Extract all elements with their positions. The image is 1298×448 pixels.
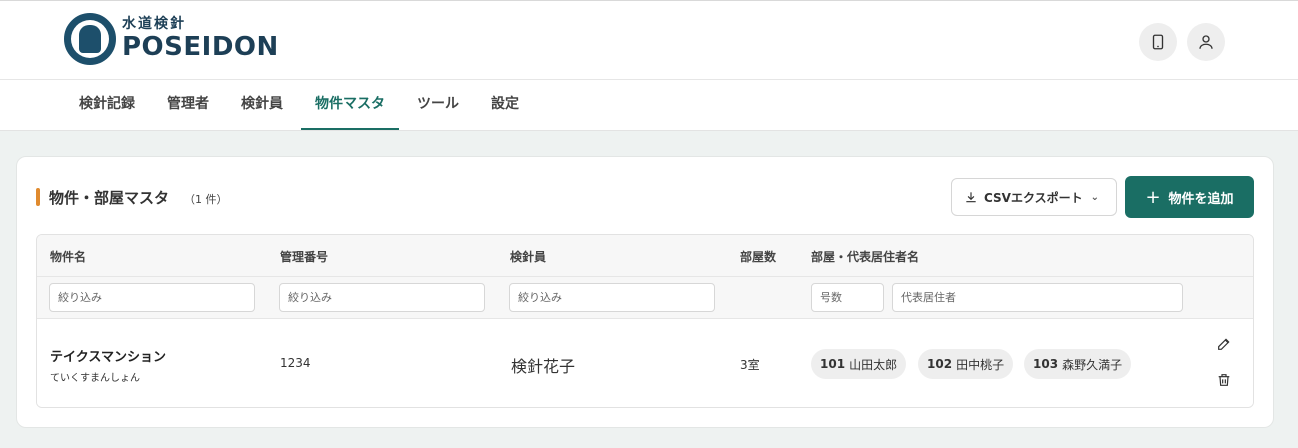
filter-name-input[interactable] bbox=[49, 283, 255, 312]
room-count: 3室 bbox=[740, 358, 760, 372]
column-header-rooms: 部屋数 bbox=[740, 250, 777, 264]
meter-reader-name: 検針花子 bbox=[511, 357, 576, 376]
pencil-icon bbox=[1218, 338, 1230, 350]
tab-settings[interactable]: 設定 bbox=[478, 80, 532, 130]
tab-tools[interactable]: ツール bbox=[404, 80, 472, 130]
device-button[interactable] bbox=[1139, 23, 1177, 61]
tab-property-master[interactable]: 物件マスタ bbox=[301, 80, 399, 130]
download-icon bbox=[966, 192, 976, 203]
poseidon-emblem-icon bbox=[64, 13, 116, 65]
title-accent-bar bbox=[36, 188, 40, 206]
resident-name: 田中桃子 bbox=[956, 357, 1005, 372]
column-header-residents: 部屋・代表居住者名 bbox=[811, 250, 920, 264]
table-row[interactable]: テイクスマンション ていくすまんしょん 1234 検針花子 3室 101 山田太… bbox=[37, 319, 1253, 407]
resident-name: 山田太郎 bbox=[849, 357, 898, 372]
column-header-code: 管理番号 bbox=[280, 250, 329, 264]
add-property-button[interactable]: + 物件を追加 bbox=[1125, 176, 1254, 218]
resident-chip[interactable]: 102 田中桃子 bbox=[918, 349, 1014, 379]
trash-icon bbox=[1218, 374, 1230, 386]
filter-room-number-input[interactable] bbox=[811, 283, 884, 312]
card-title: 物件・部屋マスタ bbox=[49, 189, 170, 207]
property-name: テイクスマンション bbox=[50, 350, 166, 365]
filter-code-input[interactable] bbox=[279, 283, 485, 312]
room-number: 103 bbox=[1033, 357, 1059, 371]
resident-chip[interactable]: 103 森野久満子 bbox=[1024, 349, 1132, 379]
tab-administrators[interactable]: 管理者 bbox=[154, 80, 222, 130]
smartphone-icon bbox=[1152, 34, 1164, 50]
top-header: 水道検針 POSEIDON bbox=[0, 0, 1298, 80]
tab-meter-readers[interactable]: 検針員 bbox=[228, 80, 296, 130]
resident-chip[interactable]: 101 山田太郎 bbox=[811, 349, 907, 379]
resident-name: 森野久満子 bbox=[1062, 357, 1123, 372]
room-number: 102 bbox=[927, 357, 953, 371]
management-code: 1234 bbox=[280, 356, 311, 370]
column-header-name: 物件名 bbox=[50, 250, 87, 264]
table-header: 物件名 管理番号 検針員 部屋数 部屋・代表居住者名 bbox=[37, 235, 1253, 277]
logo-title: POSEIDON bbox=[122, 32, 279, 62]
account-button[interactable] bbox=[1187, 23, 1225, 61]
app-logo[interactable]: 水道検針 POSEIDON bbox=[64, 13, 279, 65]
csv-export-button[interactable]: CSVエクスポート ⌄ bbox=[951, 178, 1117, 216]
csv-export-label: CSVエクスポート bbox=[984, 190, 1083, 205]
main-nav-tabs: 検針記録 管理者 検針員 物件マスタ ツール 設定 bbox=[0, 80, 1298, 131]
property-table: 物件名 管理番号 検針員 部屋数 部屋・代表居住者名 テイクスマンション ていく… bbox=[36, 234, 1254, 408]
tab-inspection-records[interactable]: 検針記録 bbox=[66, 80, 148, 130]
filter-row bbox=[37, 277, 1253, 319]
edit-button[interactable] bbox=[1213, 333, 1235, 355]
column-header-reader: 検針員 bbox=[510, 250, 547, 264]
user-icon bbox=[1199, 35, 1213, 49]
add-property-label: 物件を追加 bbox=[1168, 191, 1234, 207]
room-number: 101 bbox=[820, 357, 846, 371]
filter-resident-input[interactable] bbox=[892, 283, 1183, 312]
delete-button[interactable] bbox=[1213, 369, 1235, 391]
chevron-down-icon: ⌄ bbox=[1090, 191, 1099, 203]
plus-icon: + bbox=[1145, 186, 1161, 208]
logo-subtitle: 水道検針 bbox=[122, 16, 186, 32]
record-count: （1 件） bbox=[184, 193, 228, 206]
filter-reader-input[interactable] bbox=[509, 283, 715, 312]
property-name-kana: ていくすまんしょん bbox=[50, 373, 140, 384]
